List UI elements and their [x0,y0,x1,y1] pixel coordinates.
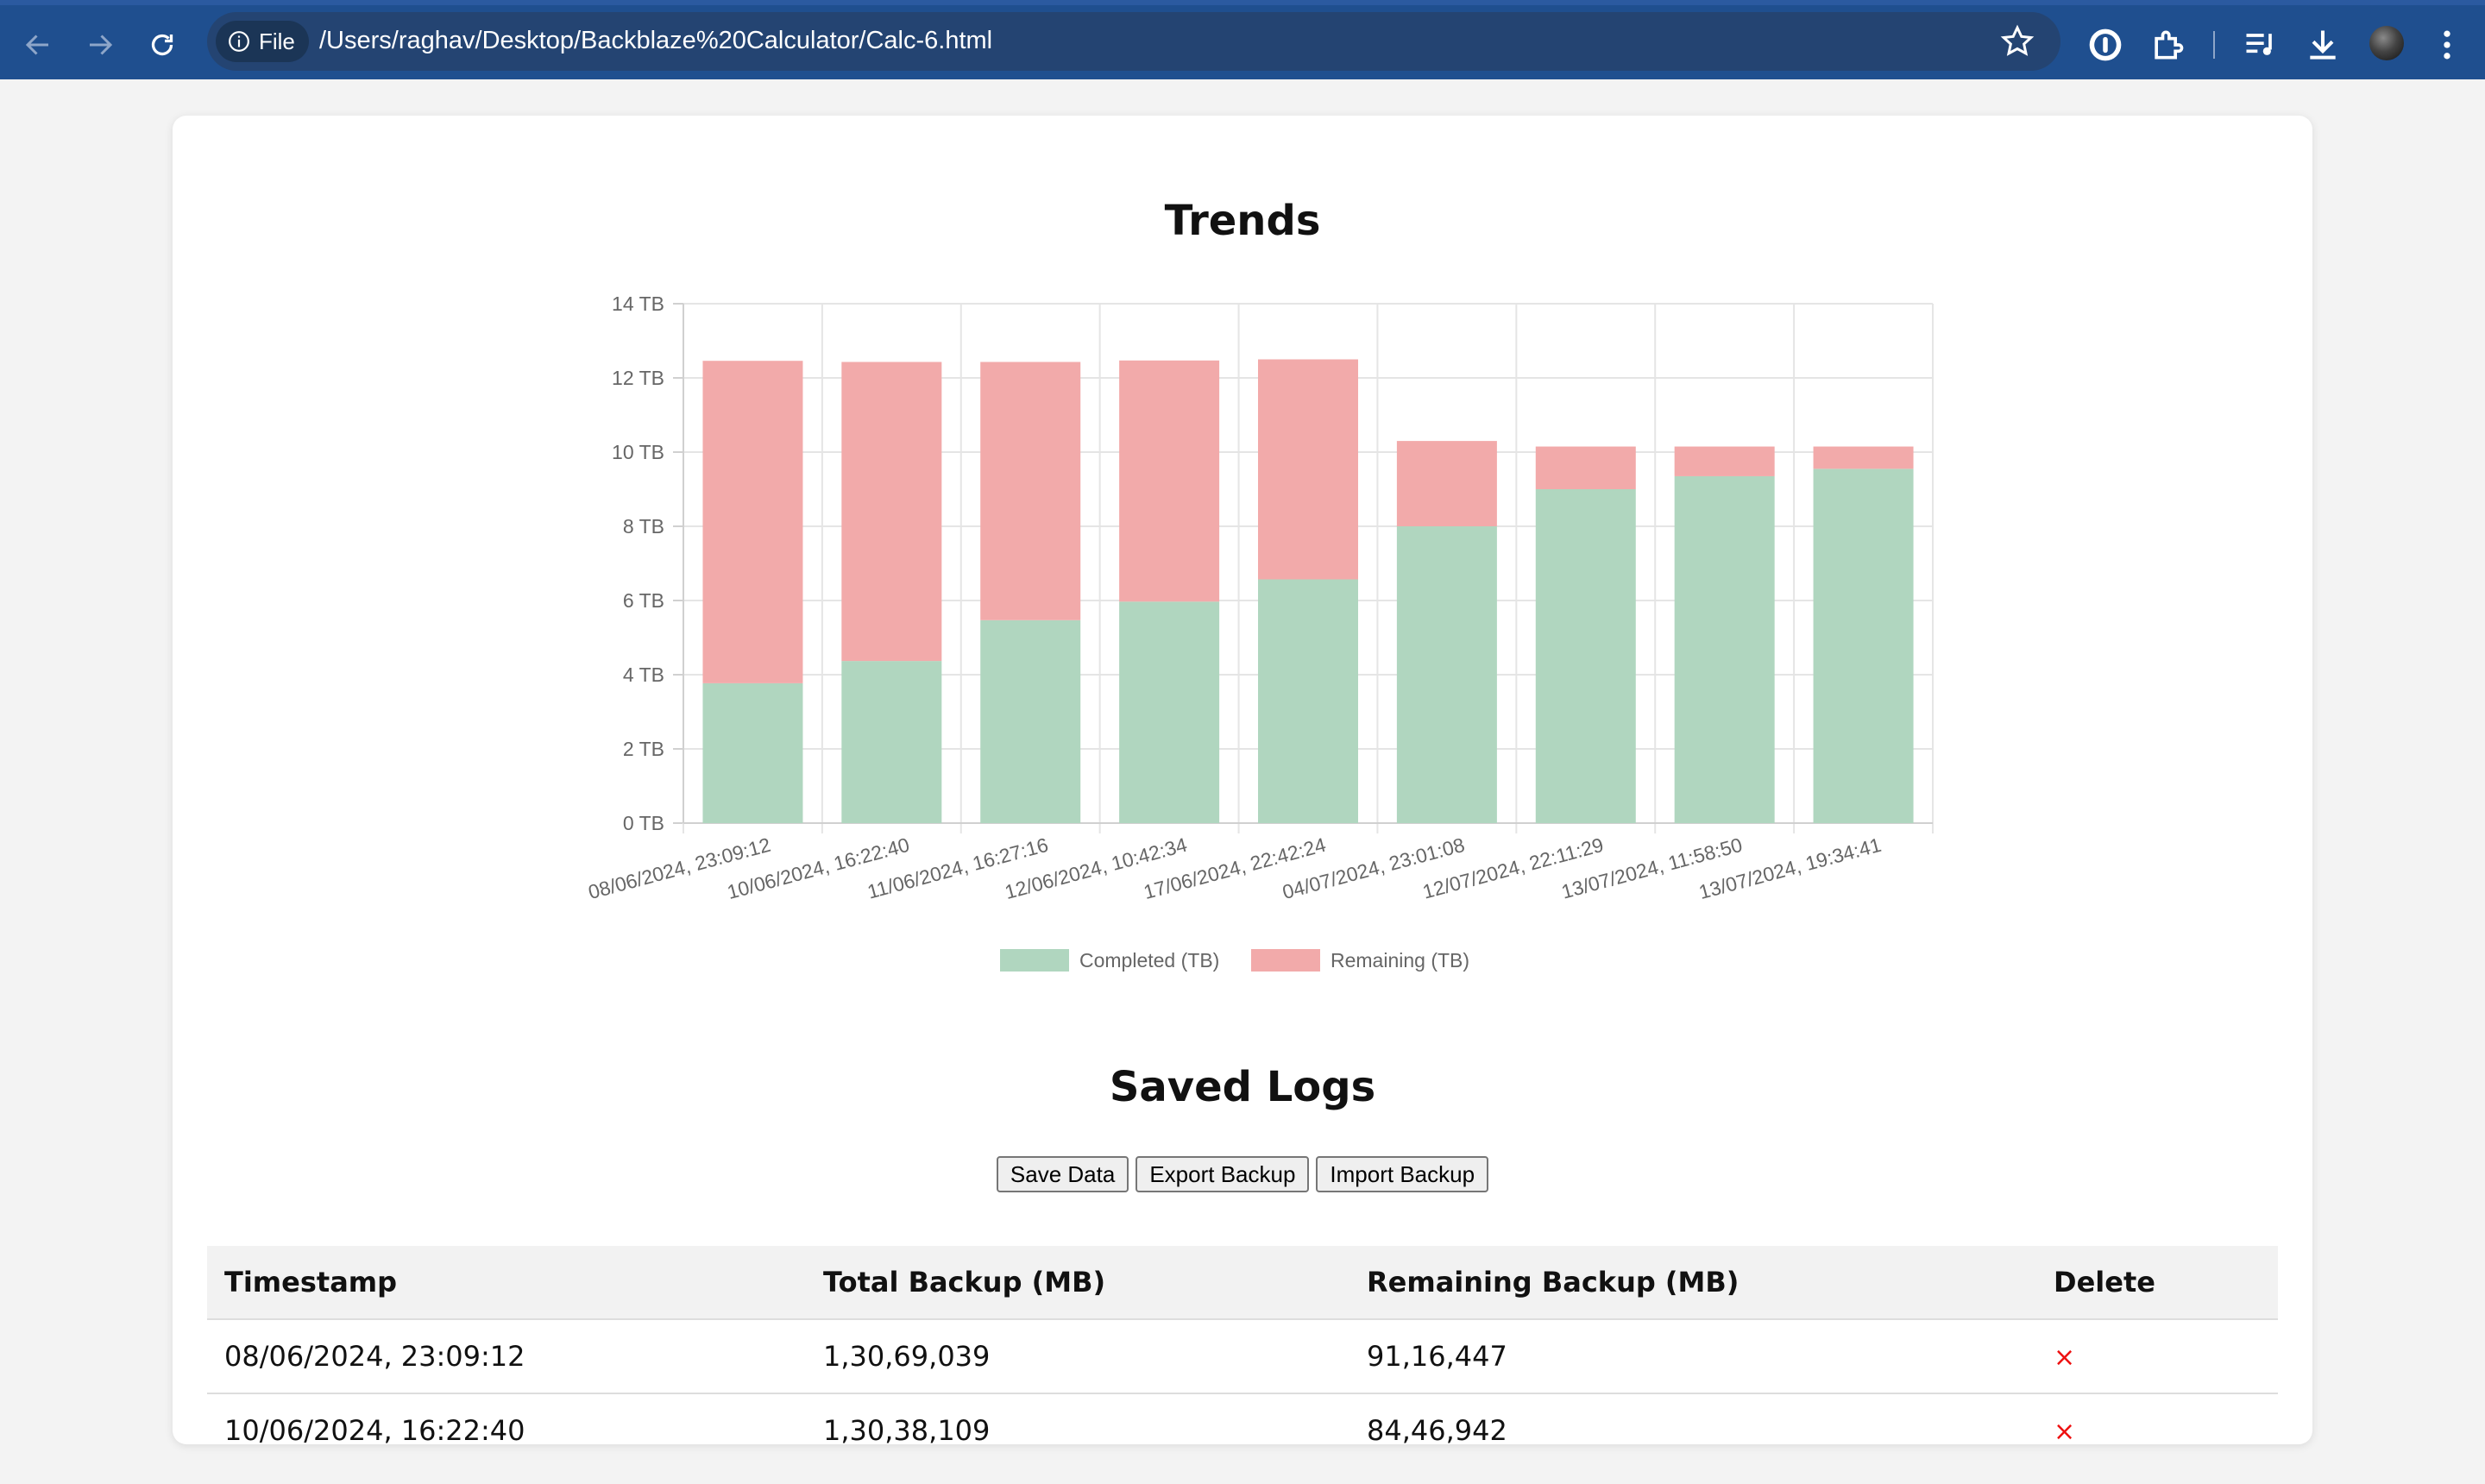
bookmark-star-icon[interactable] [2000,24,2035,59]
bar-completed[interactable] [1258,579,1358,823]
info-icon [229,31,249,52]
header-timestamp: Timestamp [207,1246,806,1320]
password-manager-icon[interactable] [2086,26,2124,64]
delete-row-button[interactable]: × [2054,1343,2075,1373]
header-remaining-backup: Remaining Backup (MB) [1349,1246,2036,1320]
legend-swatch [1000,949,1069,972]
bar-remaining[interactable] [702,361,803,683]
y-tick-label: 10 TB [612,441,664,463]
bar-completed[interactable] [702,682,803,823]
delete-row-button[interactable]: × [2054,1417,2075,1444]
header-total-backup: Total Backup (MB) [806,1246,1349,1320]
action-buttons: Save Data Export Backup Import Backup [173,1156,2312,1192]
browser-toolbar: File /Users/raghav/Desktop/Backblaze%20C… [0,0,2485,79]
cell-remaining-backup: 91,16,447 [1349,1319,2036,1394]
cell-delete: × [2036,1393,2278,1444]
y-tick-label: 0 TB [623,812,664,834]
trends-chart: 0 TB2 TB4 TB6 TB8 TB10 TB12 TB14 TB08/06… [586,292,1934,972]
export-backup-button[interactable]: Export Backup [1136,1156,1310,1192]
forward-arrow-icon [90,35,113,55]
cell-total-backup: 1,30,38,109 [806,1393,1349,1444]
toolbar-separator [2213,31,2215,59]
profile-avatar[interactable] [2369,26,2404,60]
cell-timestamp: 08/06/2024, 23:09:12 [207,1319,806,1394]
cell-total-backup: 1,30,69,039 [806,1319,1349,1394]
bar-completed[interactable] [1119,601,1220,823]
legend-label: Completed (TB) [1079,949,1219,972]
table-row: 10/06/2024, 16:22:40 1,30,38,109 84,46,9… [207,1393,2278,1444]
y-tick-label: 4 TB [623,663,664,686]
media-control-icon[interactable] [2242,26,2280,64]
forward-button[interactable] [79,24,121,66]
bar-completed[interactable] [841,661,942,823]
reload-icon [151,34,173,56]
header-delete: Delete [2036,1246,2278,1320]
bar-remaining[interactable] [1396,441,1497,526]
url-text[interactable]: /Users/raghav/Desktop/Backblaze%20Calcul… [319,27,992,55]
bar-remaining[interactable] [1258,359,1358,580]
bar-completed[interactable] [1813,468,1914,823]
y-tick-label: 14 TB [612,292,664,315]
bar-completed[interactable] [980,619,1081,823]
bar-remaining[interactable] [980,362,1081,620]
y-tick-label: 6 TB [623,589,664,612]
content-card: Trends 0 TB 2 TB 4 TB 6 TB 8 TB 10 TB 12 TB 14 … [173,116,2312,1444]
y-tick-label: 12 TB [612,367,664,389]
save-data-button[interactable]: Save Data [996,1156,1129,1192]
table-row: 08/06/2024, 23:09:12 1,30,69,039 91,16,4… [207,1319,2278,1394]
legend-swatch [1251,949,1320,972]
import-backup-button[interactable]: Import Backup [1316,1156,1489,1192]
bar-remaining[interactable] [1119,360,1220,602]
bar-completed[interactable] [1674,475,1775,823]
site-info-chip[interactable]: File [216,21,309,62]
back-arrow-icon [25,35,48,55]
more-menu-icon[interactable] [2428,26,2466,64]
logs-table: Timestamp Total Backup (MB) Remaining Ba… [207,1246,2278,1444]
reload-button[interactable] [142,24,183,66]
y-tick-label: 8 TB [623,515,664,538]
back-button[interactable] [17,24,59,66]
bar-completed[interactable] [1535,489,1636,823]
file-chip-label: File [259,28,295,54]
address-bar[interactable]: File /Users/raghav/Desktop/Backblaze%20C… [207,12,2060,71]
table-header-row: Timestamp Total Backup (MB) Remaining Ba… [207,1246,2278,1320]
cell-timestamp: 10/06/2024, 16:22:40 [207,1393,806,1444]
saved-logs-title: Saved Logs [1109,1063,1376,1111]
cell-delete: × [2036,1319,2278,1394]
bar-remaining[interactable] [1535,446,1636,489]
extensions-puzzle-icon[interactable] [2148,26,2186,64]
y-tick-label: 2 TB [623,738,664,760]
bar-remaining[interactable] [841,362,942,662]
cell-remaining-backup: 84,46,942 [1349,1393,2036,1444]
bar-remaining[interactable] [1674,446,1775,476]
download-icon[interactable] [2304,26,2342,64]
bar-remaining[interactable] [1813,446,1914,469]
bar-completed[interactable] [1396,526,1497,823]
legend-label: Remaining (TB) [1331,949,1469,972]
